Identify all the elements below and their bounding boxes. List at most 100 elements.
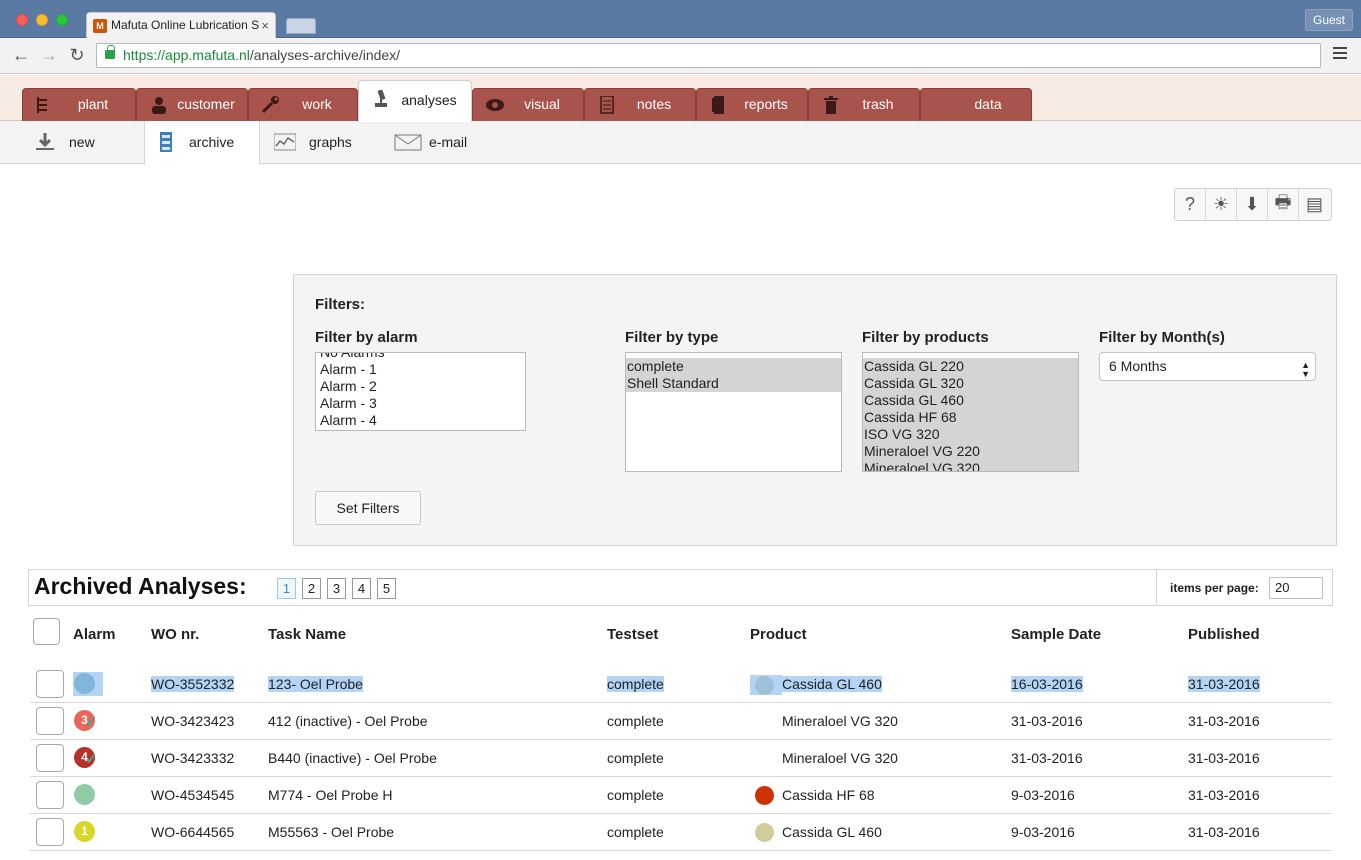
new-tab-button[interactable] (286, 18, 316, 34)
col-header-alarm[interactable]: Alarm (73, 626, 116, 643)
page-1-link[interactable]: 1 (277, 578, 296, 599)
row-divider (30, 776, 1332, 777)
items-per-page-input[interactable]: 20 (1269, 577, 1323, 599)
document-icon[interactable]: ▤ (1299, 189, 1330, 220)
close-window-button[interactable] (16, 14, 28, 26)
product-color-icon (755, 786, 774, 805)
row-checkbox[interactable] (36, 744, 64, 772)
tab-trash[interactable]: trash (808, 88, 920, 121)
alarm-option[interactable]: No Alarms (316, 353, 525, 361)
product-option[interactable]: Mineraloel VG 220 (863, 443, 1078, 460)
cell-wo[interactable]: WO-4534545 (151, 787, 234, 803)
cell-sample-date: 31-03-2016 (1011, 750, 1083, 766)
cell-task[interactable]: 123- Oel Probe (268, 676, 363, 692)
row-checkbox[interactable] (36, 707, 64, 735)
tab-reports[interactable]: reports (696, 88, 808, 121)
tab-visual[interactable]: visual (472, 88, 584, 121)
subtab-archive[interactable]: archive (144, 121, 260, 165)
alarm-status-icon: 1 (74, 821, 95, 842)
col-header-published[interactable]: Published (1188, 626, 1260, 643)
browser-tab-title: Mafuta Online Lubrication S (111, 18, 260, 32)
product-option[interactable]: Cassida HF 68 (863, 409, 1078, 426)
cell-sample-date: 9-03-2016 (1011, 787, 1075, 803)
tab-work[interactable]: work (248, 88, 358, 121)
cell-wo[interactable]: WO-3423423 (151, 713, 234, 729)
col-header-sample-date[interactable]: Sample Date (1011, 626, 1101, 643)
product-option[interactable]: Mineraloel VG 320 (863, 460, 1078, 471)
cell-sample-date: 9-03-2016 (1011, 824, 1075, 840)
alarm-option[interactable]: Alarm - 1 (316, 361, 525, 378)
filter-products-list[interactable]: Cassida GL 220 Cassida GL 320 Cassida GL… (862, 352, 1079, 472)
row-checkbox[interactable] (36, 818, 64, 846)
download-icon[interactable]: ⬇ (1237, 189, 1268, 220)
tab-reports-label: reports (744, 96, 788, 112)
cell-wo[interactable]: WO-3552332 (151, 676, 235, 692)
col-header-task[interactable]: Task Name (268, 626, 346, 643)
cell-task[interactable]: M774 - Oel Probe H (268, 787, 393, 803)
maximize-window-button[interactable] (56, 14, 68, 26)
subtab-email[interactable]: e-mail (380, 121, 490, 164)
subtab-graphs[interactable]: graphs (260, 121, 380, 164)
col-header-testset[interactable]: Testset (607, 626, 658, 643)
cell-testset: complete (607, 824, 664, 840)
checkmark-icon: ✓ (85, 714, 98, 731)
set-filters-button[interactable]: Set Filters (315, 491, 421, 525)
tab-analyses[interactable]: analyses (358, 80, 472, 122)
product-option[interactable]: Cassida GL 320 (863, 375, 1078, 392)
select-all-checkbox[interactable] (33, 618, 60, 645)
back-arrow-icon[interactable]: ← (10, 44, 32, 66)
row-divider (30, 850, 1332, 851)
browser-titlebar: M Mafuta Online Lubrication S × Guest (0, 0, 1361, 38)
tab-plant[interactable]: plant (22, 88, 136, 121)
sun-icon[interactable]: ☀ (1206, 189, 1237, 220)
cell-wo[interactable]: WO-3423332 (151, 750, 234, 766)
page-4-link[interactable]: 4 (352, 578, 371, 599)
cell-task[interactable]: B440 (inactive) - Oel Probe (268, 750, 437, 766)
minimize-window-button[interactable] (36, 14, 48, 26)
row-checkbox[interactable] (36, 670, 64, 698)
reload-icon[interactable]: ↻ (66, 44, 88, 66)
cell-product: Cassida GL 460 (782, 676, 882, 692)
product-option[interactable]: Cassida GL 220 (863, 358, 1078, 375)
cell-wo[interactable]: WO-6644565 (151, 824, 234, 840)
print-icon[interactable]: 🖶 (1268, 189, 1299, 220)
forward-arrow-icon[interactable]: → (38, 44, 60, 66)
page-2-link[interactable]: 2 (302, 578, 321, 599)
tab-data[interactable]: data (920, 88, 1032, 121)
tab-customer[interactable]: customer (136, 88, 248, 121)
cell-published: 31-03-2016 (1188, 787, 1260, 803)
archive-title: Archived Analyses: (34, 573, 247, 599)
filters-title: Filters: (315, 296, 366, 313)
filter-type-list[interactable]: complete Shell Standard (625, 352, 842, 472)
page-3-link[interactable]: 3 (327, 578, 346, 599)
cell-task[interactable]: 412 (inactive) - Oel Probe (268, 713, 428, 729)
product-option[interactable]: ISO VG 320 (863, 426, 1078, 443)
browser-tab[interactable]: M Mafuta Online Lubrication S × (86, 12, 276, 38)
tab-notes[interactable]: notes (584, 88, 696, 121)
cell-sample-date: 31-03-2016 (1011, 713, 1083, 729)
filter-alarm-list[interactable]: No Alarms Alarm - 1 Alarm - 2 Alarm - 3 … (315, 352, 526, 431)
filter-month-select[interactable]: 6 Months ▲ ▼ (1099, 352, 1316, 381)
alarm-option[interactable]: Alarm - 4 (316, 412, 525, 429)
alarm-option[interactable]: Alarm - 2 (316, 378, 525, 395)
tab-customer-label: customer (177, 96, 235, 112)
items-per-page-label: items per page: (1170, 581, 1259, 595)
cell-task[interactable]: M55563 - Oel Probe (268, 824, 394, 840)
guest-profile-button[interactable]: Guest (1304, 9, 1353, 31)
product-option[interactable]: Cassida GL 460 (863, 392, 1078, 409)
address-bar[interactable]: https://app.mafuta.nl/analyses-archive/i… (96, 43, 1321, 68)
url-scheme: https:// (123, 47, 166, 63)
browser-menu-icon[interactable] (1333, 47, 1347, 61)
alarm-option[interactable]: Alarm - 3 (316, 395, 525, 412)
sub-nav: new archive graphs e-mail (0, 121, 1361, 165)
row-checkbox[interactable] (36, 781, 64, 809)
type-option[interactable]: Shell Standard (626, 375, 841, 392)
tab-close-icon[interactable]: × (261, 13, 269, 38)
col-header-product[interactable]: Product (750, 626, 807, 643)
col-header-wo[interactable]: WO nr. (151, 626, 199, 643)
help-icon[interactable]: ? (1175, 189, 1206, 220)
tab-work-label: work (302, 96, 332, 112)
type-option[interactable]: complete (626, 358, 841, 375)
page-5-link[interactable]: 5 (377, 578, 396, 599)
subtab-new[interactable]: new (0, 121, 144, 164)
